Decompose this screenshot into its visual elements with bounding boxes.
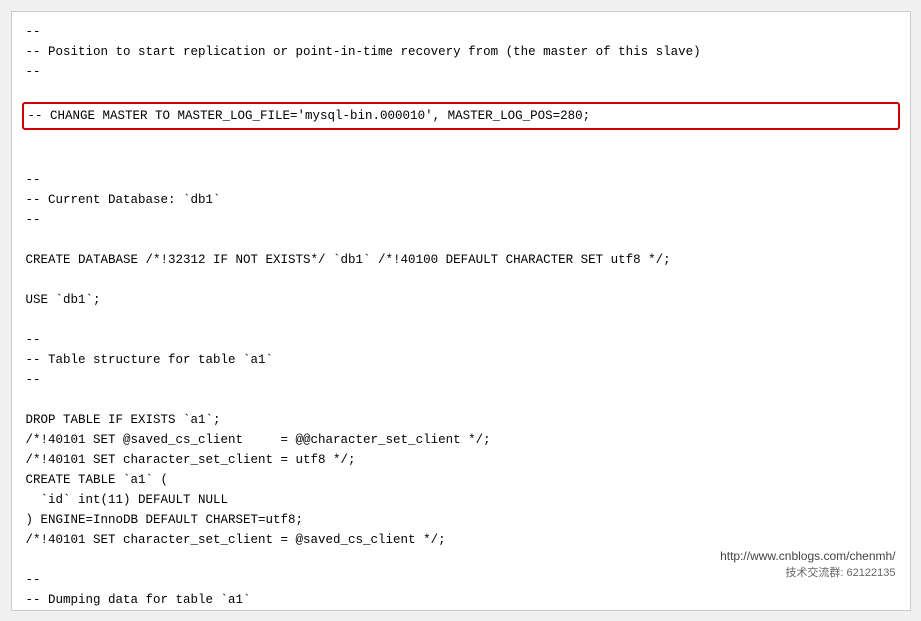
highlighted-code-line: -- CHANGE MASTER TO MASTER_LOG_FILE='mys… xyxy=(22,102,900,130)
code-block: -- -- Position to start replication or p… xyxy=(26,22,896,611)
watermark-url: http://www.cnblogs.com/chenmh/ xyxy=(720,547,895,565)
watermark-id: 技术交流群: 62122135 xyxy=(720,565,895,582)
watermark: http://www.cnblogs.com/chenmh/ 技术交流群: 62… xyxy=(720,547,895,582)
code-container: -- -- Position to start replication or p… xyxy=(11,11,911,611)
